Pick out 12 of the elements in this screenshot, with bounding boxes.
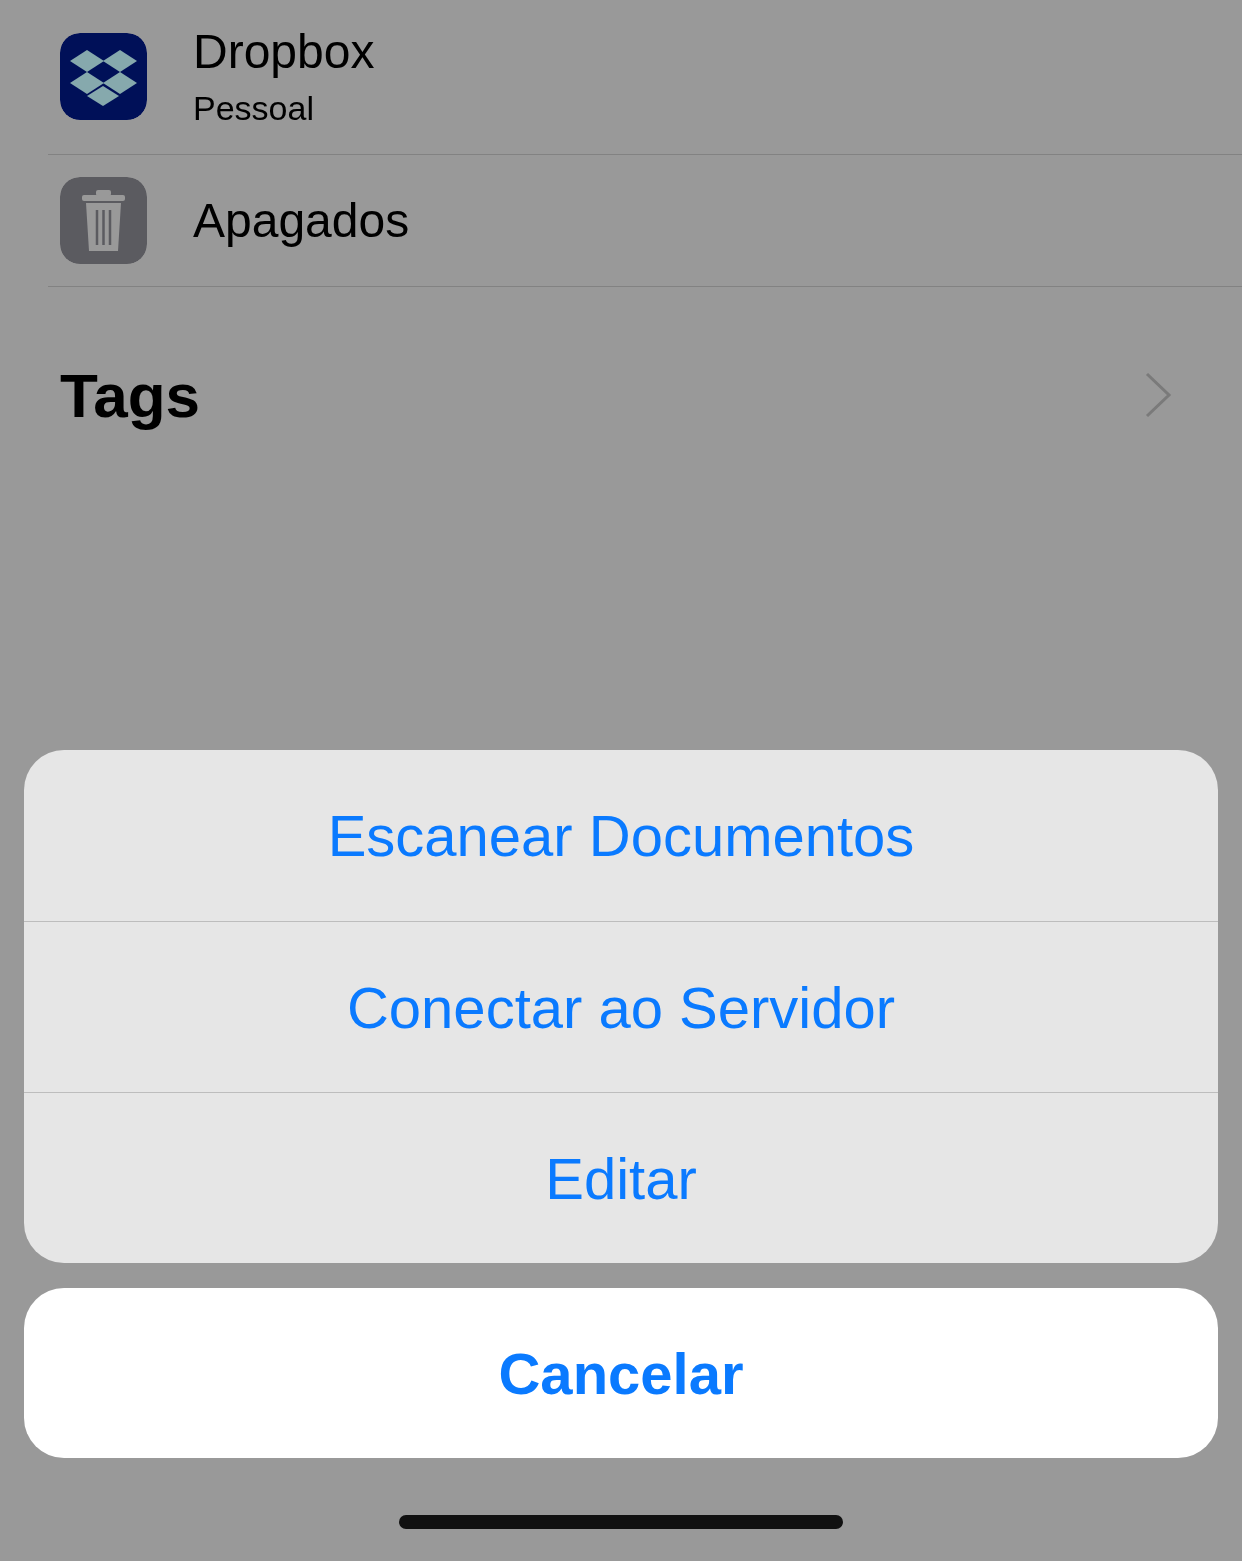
home-indicator[interactable] (399, 1515, 843, 1529)
action-button[interactable]: Editar (24, 1092, 1218, 1263)
dropbox-icon (60, 32, 147, 120)
location-subtitle: Pessoal (193, 89, 315, 128)
location-name[interactable]: Dropbox (193, 24, 375, 79)
trash-icon (60, 177, 147, 264)
cancel-button[interactable]: Cancelar (24, 1288, 1218, 1458)
location-name[interactable]: Apagados (193, 193, 410, 248)
action-button[interactable]: Conectar ao Servidor (24, 921, 1218, 1092)
chevron-icon[interactable] (1144, 371, 1172, 419)
action-button[interactable]: Escanear Documentos (24, 750, 1218, 921)
section-title[interactable]: Tags (60, 359, 201, 431)
